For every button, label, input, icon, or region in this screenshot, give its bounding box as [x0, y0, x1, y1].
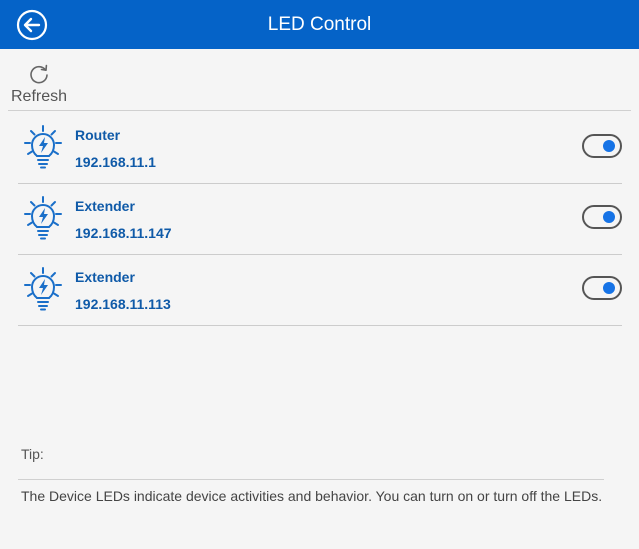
led-toggle[interactable]	[582, 276, 622, 300]
device-row: Extender 192.168.11.113	[18, 255, 622, 326]
tip-text: The Device LEDs indicate device activiti…	[21, 488, 603, 504]
device-ip: 192.168.11.1	[75, 154, 156, 170]
led-toggle[interactable]	[582, 205, 622, 229]
led-bulb-icon	[24, 267, 62, 311]
led-bulb-icon	[24, 125, 62, 169]
device-list: Router 192.168.11.1 Extender 192.168.11.…	[18, 113, 622, 326]
title-bar: LED Control	[0, 0, 639, 49]
led-bulb-icon	[24, 196, 62, 240]
refresh-button[interactable]: Refresh	[8, 61, 72, 109]
device-row: Router 192.168.11.1	[18, 113, 622, 184]
led-toggle[interactable]	[582, 134, 622, 158]
tip-label: Tip:	[21, 446, 44, 462]
device-row: Extender 192.168.11.147	[18, 184, 622, 255]
refresh-label: Refresh	[11, 88, 68, 105]
device-name: Extender	[75, 269, 135, 285]
device-name: Extender	[75, 198, 135, 214]
toggle-knob	[603, 211, 615, 223]
toggle-knob	[603, 140, 615, 152]
device-name: Router	[75, 127, 121, 143]
divider	[18, 479, 604, 480]
device-ip: 192.168.11.113	[75, 296, 171, 312]
page-title: LED Control	[267, 14, 372, 35]
refresh-icon	[30, 64, 48, 84]
divider	[8, 110, 631, 111]
toggle-knob	[603, 282, 615, 294]
device-ip: 192.168.11.147	[75, 225, 172, 241]
